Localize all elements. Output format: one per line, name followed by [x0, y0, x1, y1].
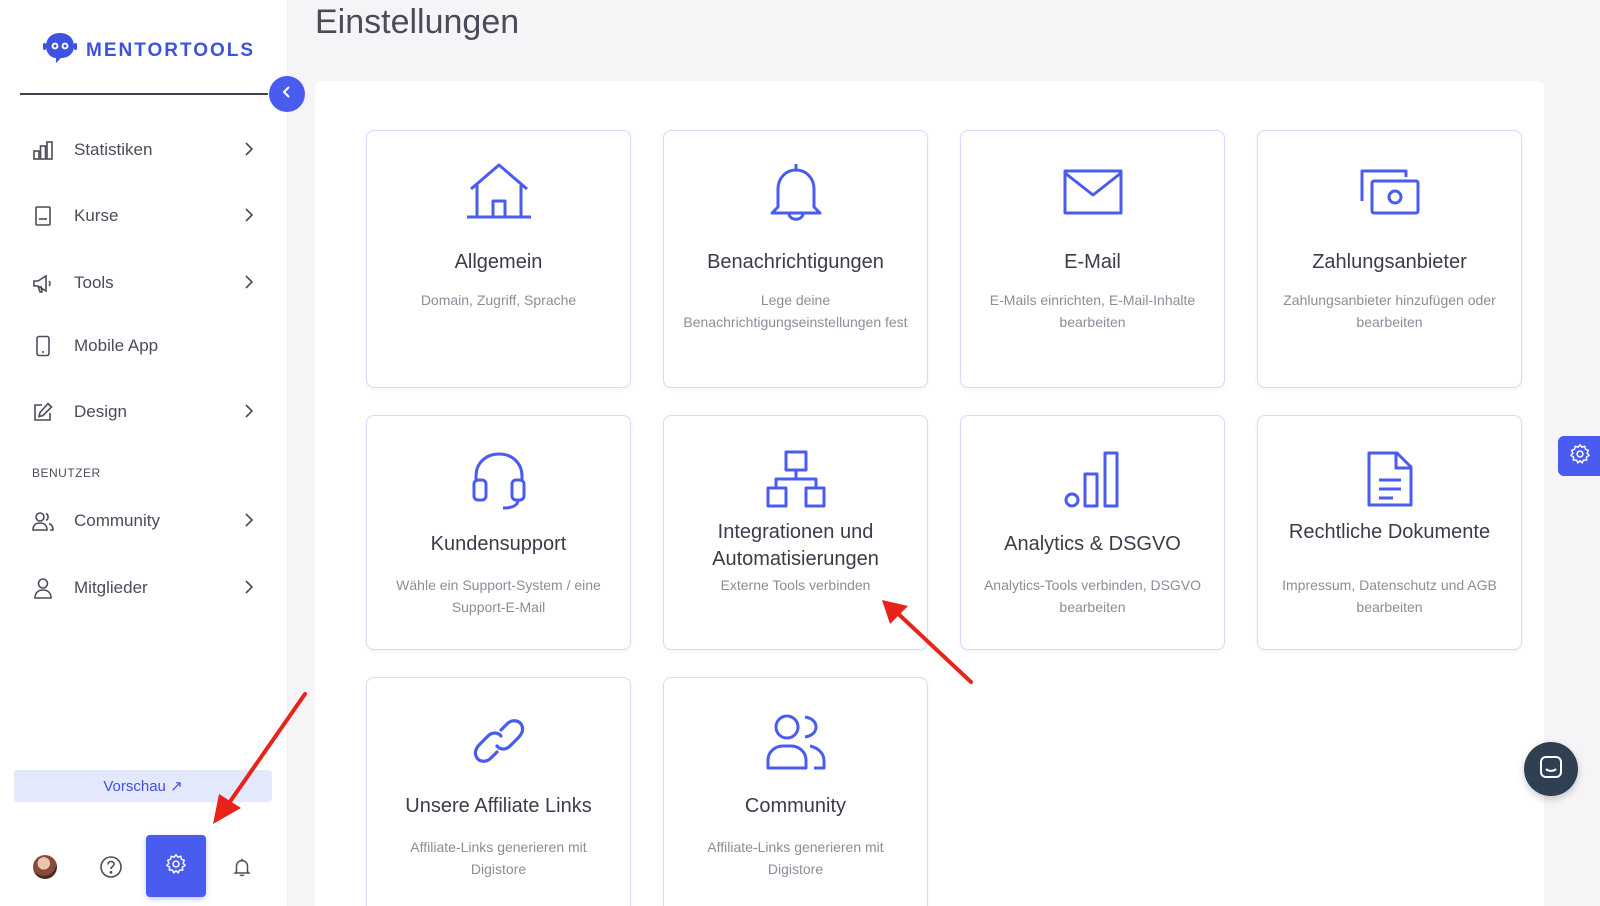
payment-cash-icon — [1258, 167, 1521, 217]
card-affiliate-links[interactable]: Unsere Affiliate Links Affiliate-Links g… — [366, 677, 631, 906]
card-kundensupport[interactable]: Kundensupport Wähle ein Support-System /… — [366, 415, 631, 650]
robot-logo-icon — [42, 30, 78, 71]
card-title: Allgemein — [454, 251, 543, 273]
card-zahlungsanbieter[interactable]: Zahlungsanbieter Zahlungsanbieter hinzuf… — [1257, 130, 1522, 388]
card-description: Impressum, Datenschutz und AGB bearbeite… — [1282, 577, 1497, 615]
bell-icon — [664, 161, 927, 223]
card-email[interactable]: E-Mail E-Mails einrichten, E-Mail-Inhalt… — [960, 130, 1225, 388]
link-icon — [367, 712, 630, 770]
card-allgemein[interactable]: Allgemein Domain, Zugriff, Sprache — [366, 130, 631, 388]
sidebar-item-kurse[interactable]: Kurse — [32, 196, 254, 236]
sidebar-item-label: Kurse — [74, 206, 119, 225]
chat-launcher-button[interactable] — [1524, 742, 1578, 796]
chevron-left-icon — [280, 85, 294, 104]
card-analytics-dsgvo[interactable]: Analytics & DSGVO Analytics-Tools verbin… — [960, 415, 1225, 650]
sidebar-item-mitglieder[interactable]: Mitglieder — [32, 568, 254, 608]
sidebar-item-label: Community — [74, 511, 160, 530]
megaphone-icon — [32, 272, 54, 294]
sidebar-item-tools[interactable]: Tools — [32, 263, 254, 303]
gear-icon — [1569, 443, 1591, 470]
book-icon — [32, 205, 54, 227]
avatar[interactable] — [33, 855, 57, 879]
home-icon — [367, 161, 630, 221]
preview-button-label: Vorschau ↗ — [103, 778, 183, 795]
card-description: Affiliate-Links generieren mit Digistore — [410, 839, 587, 877]
card-description: Analytics-Tools verbinden, DSGVO bearbei… — [983, 577, 1202, 615]
sidebar-item-community[interactable]: Community — [32, 501, 254, 541]
bell-notification-icon[interactable] — [230, 855, 254, 879]
card-description: E-Mails einrichten, E-Mail-Inhalte bearb… — [989, 292, 1196, 330]
sidebar-item-design[interactable]: Design — [32, 392, 254, 432]
card-title: Benachrichtigungen — [707, 251, 884, 273]
chevron-right-icon — [244, 207, 254, 228]
sidebar-item-label: Design — [74, 402, 127, 421]
card-description: Lege deine Benachrichtigungseinstellunge… — [683, 292, 908, 330]
card-title: Integrationen und Automatisierungen — [712, 521, 879, 570]
settings-panel: Allgemein Domain, Zugriff, Sprache Benac… — [315, 81, 1544, 906]
card-title: Kundensupport — [430, 533, 567, 555]
chevron-right-icon — [244, 274, 254, 295]
preview-button[interactable]: Vorschau ↗ — [14, 770, 272, 802]
card-description: Externe Tools verbinden — [720, 577, 871, 593]
card-description: Wähle ein Support-System / eine Support-… — [396, 577, 601, 615]
page-title: Einstellungen — [315, 3, 520, 41]
network-hierarchy-icon — [664, 450, 927, 508]
sidebar-item-mobile-app[interactable]: Mobile App — [32, 326, 254, 366]
card-description: Zahlungsanbieter hinzufügen oder bearbei… — [1283, 292, 1496, 330]
card-rechtliche-dokumente[interactable]: Rechtliche Dokumente Impressum, Datensch… — [1257, 415, 1522, 650]
sidebar: MENTORTOOLS Statistiken Kurse Tools Mobi… — [0, 0, 288, 906]
card-title: Community — [744, 795, 847, 817]
chevron-right-icon — [244, 579, 254, 600]
chat-icon — [1538, 754, 1564, 785]
sidebar-item-label: Mitglieder — [74, 578, 148, 597]
community-users-icon — [664, 712, 927, 770]
sidebar-item-label: Mobile App — [74, 336, 159, 355]
card-title: Analytics & DSGVO — [1004, 533, 1181, 555]
card-integrationen[interactable]: Integrationen und Automatisierungen Exte… — [663, 415, 928, 650]
user-icon — [32, 577, 54, 599]
chevron-right-icon — [244, 512, 254, 533]
analytics-bars-icon — [961, 450, 1224, 508]
bar-chart-icon — [32, 139, 54, 161]
card-title: Unsere Affiliate Links — [405, 795, 592, 817]
users-icon — [32, 510, 54, 532]
gear-icon — [165, 853, 187, 880]
chevron-right-icon — [244, 403, 254, 424]
sidebar-bottom-bar — [0, 835, 288, 897]
mobile-phone-icon — [32, 335, 54, 357]
card-title: E-Mail — [1064, 251, 1121, 273]
card-benachrichtigungen[interactable]: Benachrichtigungen Lege deine Benachrich… — [663, 130, 928, 388]
collapse-sidebar-button[interactable] — [269, 76, 305, 112]
section-label-benutzer: BENUTZER — [32, 466, 101, 480]
card-description: Domain, Zugriff, Sprache — [420, 292, 577, 308]
help-icon[interactable] — [99, 855, 123, 879]
pencil-edit-icon — [32, 401, 54, 423]
card-title: Zahlungsanbieter — [1312, 251, 1467, 273]
card-title: Rechtliche Dokumente — [1288, 521, 1491, 543]
sidebar-item-statistiken[interactable]: Statistiken — [32, 130, 254, 170]
card-description: Affiliate-Links generieren mit Digistore — [707, 839, 884, 877]
settings-button[interactable] — [146, 835, 206, 897]
floating-settings-button[interactable] — [1558, 436, 1600, 476]
sidebar-item-label: Statistiken — [74, 140, 153, 159]
envelope-icon — [961, 167, 1224, 217]
logo-divider — [20, 93, 268, 95]
logo-text: MENTORTOOLS — [86, 39, 256, 61]
chevron-right-icon — [244, 141, 254, 162]
sidebar-item-label: Tools — [74, 273, 114, 292]
logo[interactable]: MENTORTOOLS — [42, 30, 255, 71]
document-icon — [1258, 450, 1521, 508]
card-community[interactable]: Community Affiliate-Links generieren mit… — [663, 677, 928, 906]
headset-icon — [367, 450, 630, 512]
